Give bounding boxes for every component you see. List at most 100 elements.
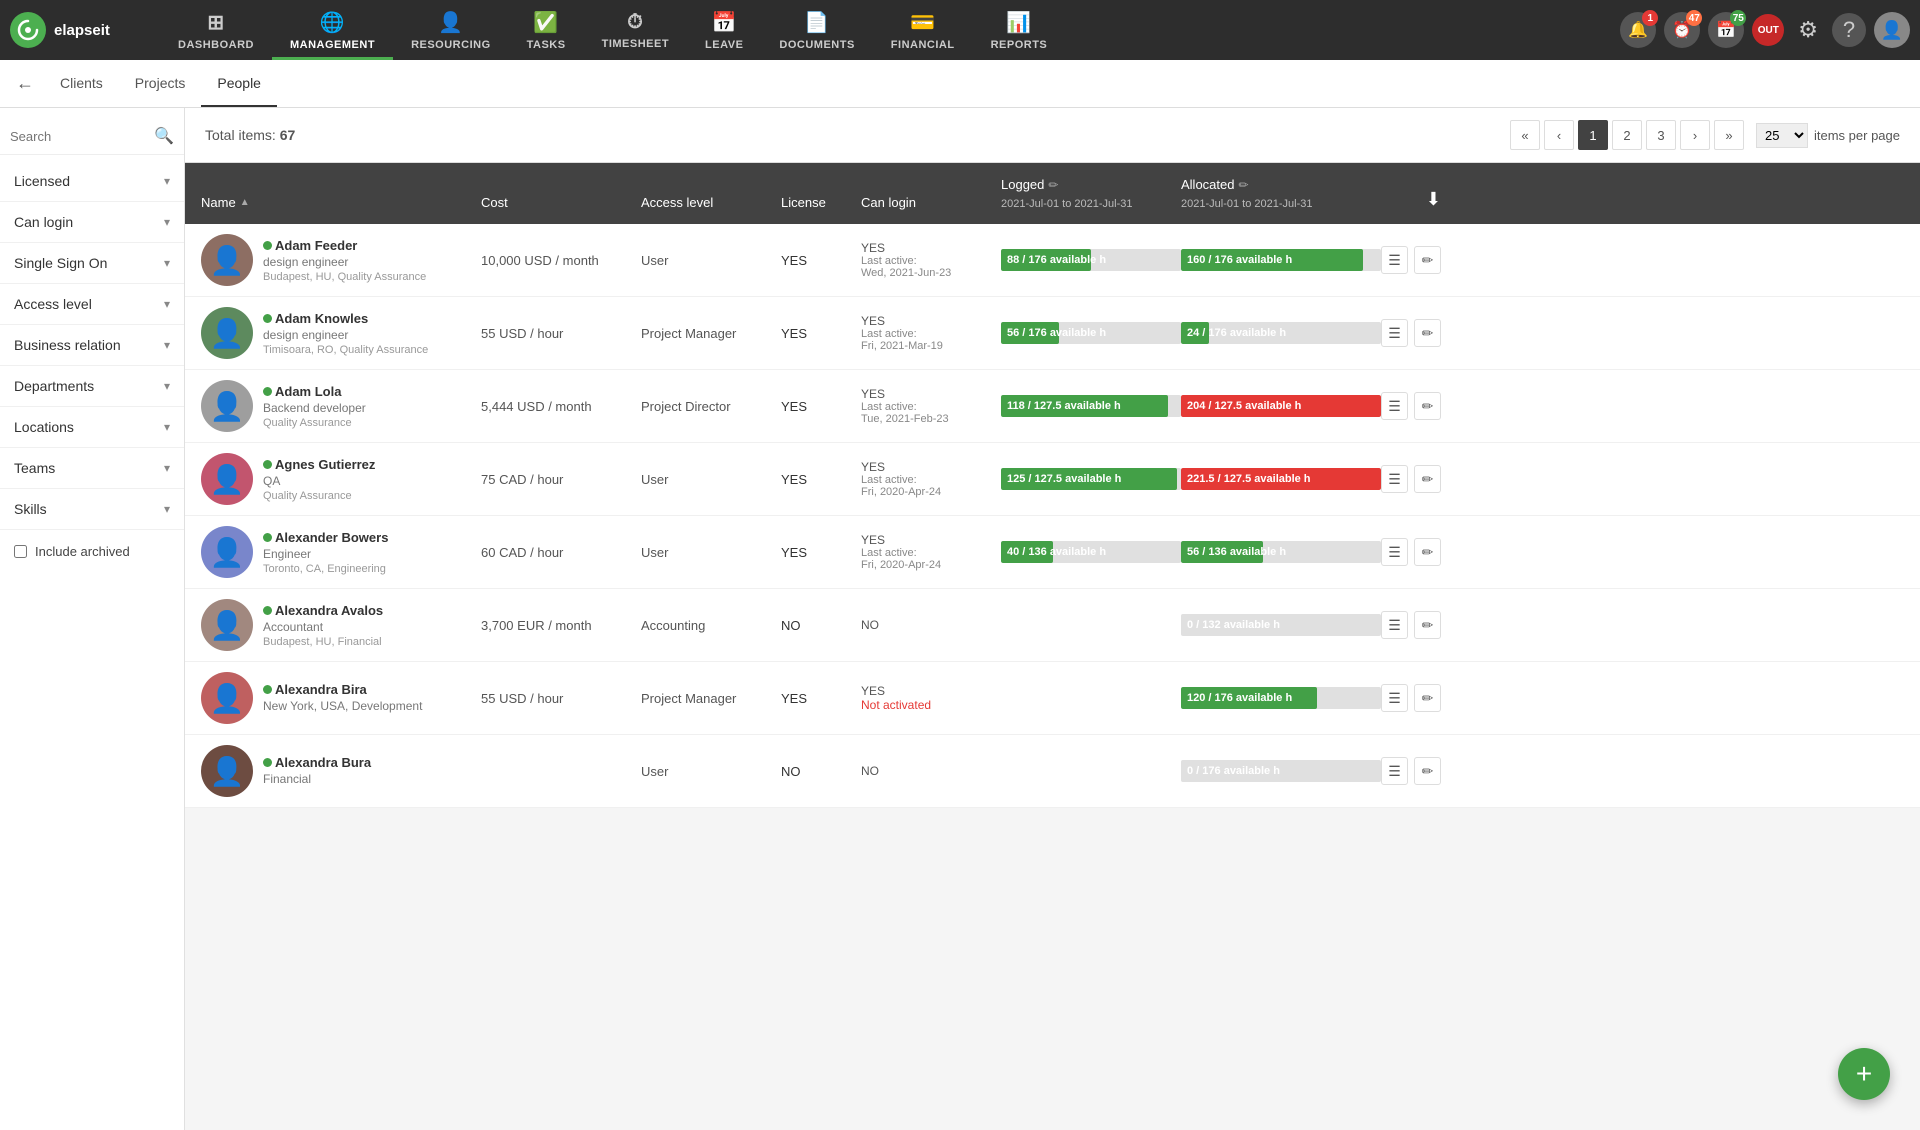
status-dot [263,758,272,767]
logo[interactable]: elapseit [10,12,150,48]
page-last[interactable]: » [1714,120,1744,150]
th-can-login[interactable]: Can login [861,191,1001,214]
filter-access-level[interactable]: Access level ▾ [0,284,184,325]
table-body: 👤 Adam Feeder design engineer Budapest, … [185,224,1920,808]
view-detail-button[interactable]: ☰ [1381,611,1408,639]
person-logged: 118 / 127.5 available h [1001,395,1181,417]
download-icon[interactable]: ⬇ [1426,189,1441,210]
edit-person-button[interactable]: ✏ [1414,538,1441,566]
filter-business-relation[interactable]: Business relation ▾ [0,325,184,366]
row-actions: ☰ ✏ [1381,684,1441,712]
edit-person-button[interactable]: ✏ [1414,684,1441,712]
tab-people[interactable]: People [201,61,277,107]
edit-person-button[interactable]: ✏ [1414,757,1441,785]
nav-financial[interactable]: 💳 FINANCIAL [873,0,973,60]
calendar-badge[interactable]: 📅 75 [1708,12,1744,48]
person-allocated: 24 / 176 available h [1181,322,1381,344]
person-role: Engineer [263,547,388,561]
tab-clients[interactable]: Clients [44,61,119,107]
pagination: « ‹ 1 2 3 › » 25 50 100 items per page [1510,120,1900,150]
content-header: Total items: 67 « ‹ 1 2 3 › » 25 50 100 … [185,108,1920,163]
timer-count: 47 [1686,10,1702,26]
items-per-page-select[interactable]: 25 50 100 [1756,123,1808,148]
nav-tasks[interactable]: ✅ TASKS [509,0,584,60]
page-2[interactable]: 2 [1612,120,1642,150]
logged-edit-icon[interactable]: ✏ [1048,178,1058,192]
th-name[interactable]: Name ▲ [201,191,481,214]
view-detail-button[interactable]: ☰ [1381,465,1408,493]
filter-licensed[interactable]: Licensed ▾ [0,161,184,202]
search-input[interactable] [10,129,154,144]
view-detail-button[interactable]: ☰ [1381,684,1408,712]
edit-person-button[interactable]: ✏ [1414,392,1441,420]
person-can-login: YES Last active: Tue, 2021-Feb-23 [861,387,1001,425]
person-can-login: YES Not activated [861,684,1001,712]
nav-resourcing-label: RESOURCING [411,39,491,51]
notification-badge[interactable]: 🔔 1 [1620,12,1656,48]
person-license: NO [781,764,861,779]
documents-icon: 📄 [804,10,829,35]
person-name: Alexandra Avalos [263,603,383,618]
view-detail-button[interactable]: ☰ [1381,246,1408,274]
avatar: 👤 [201,745,253,797]
edit-person-button[interactable]: ✏ [1414,611,1441,639]
person-access-level: Project Manager [641,326,781,341]
top-navigation: elapseit ⊞ DASHBOARD 🌐 MANAGEMENT 👤 RESO… [0,0,1920,60]
th-license[interactable]: License [781,191,861,214]
page-first[interactable]: « [1510,120,1540,150]
th-logged[interactable]: Logged ✏ 2021-Jul-01 to 2021-Jul-31 [1001,173,1181,214]
view-detail-button[interactable]: ☰ [1381,392,1408,420]
search-icon[interactable]: 🔍 [154,126,174,146]
settings-icon[interactable]: ⚙ [1792,17,1824,43]
filter-departments[interactable]: Departments ▾ [0,366,184,407]
edit-person-button[interactable]: ✏ [1414,465,1441,493]
help-icon[interactable]: ? [1832,13,1866,47]
nav-management[interactable]: 🌐 MANAGEMENT [272,0,393,60]
leave-icon: 📅 [712,10,737,35]
financial-icon: 💳 [910,10,935,35]
view-detail-button[interactable]: ☰ [1381,538,1408,566]
nav-documents[interactable]: 📄 DOCUMENTS [761,0,872,60]
search-area: 🔍 [0,118,184,155]
include-archived-toggle[interactable]: Include archived [0,530,184,573]
edit-person-button[interactable]: ✏ [1414,246,1441,274]
back-arrow-icon[interactable]: ← [16,73,34,94]
nav-timesheet[interactable]: ⏱ TIMESHEET [584,0,687,60]
th-allocated[interactable]: Allocated ✏ 2021-Jul-01 to 2021-Jul-31 [1181,173,1381,214]
main-layout: 🔍 Licensed ▾ Can login ▾ Single Sign On … [0,108,1920,1130]
th-access-level[interactable]: Access level [641,191,781,214]
avatar: 👤 [201,672,253,724]
nav-dashboard[interactable]: ⊞ DASHBOARD [160,0,272,60]
sort-asc-icon: ▲ [240,197,250,208]
nav-leave[interactable]: 📅 LEAVE [687,0,761,60]
nav-reports[interactable]: 📊 REPORTS [973,0,1066,60]
user-avatar[interactable]: 👤 [1874,12,1910,48]
person-cost: 55 USD / hour [481,326,641,341]
person-access-level: Accounting [641,618,781,633]
filter-business-relation-label: Business relation [14,337,121,353]
person-cost: 10,000 USD / month [481,253,641,268]
add-person-fab[interactable]: + [1838,1048,1890,1100]
timer-badge[interactable]: ⏰ 47 [1664,12,1700,48]
filter-teams[interactable]: Teams ▾ [0,448,184,489]
person-cell: 👤 Adam Lola Backend developer Quality As… [201,380,481,432]
page-next[interactable]: › [1680,120,1710,150]
out-badge[interactable]: OUT [1752,14,1784,46]
allocated-edit-icon[interactable]: ✏ [1238,178,1248,192]
filter-can-login[interactable]: Can login ▾ [0,202,184,243]
tab-projects[interactable]: Projects [119,61,202,107]
nav-dashboard-label: DASHBOARD [178,39,254,51]
view-detail-button[interactable]: ☰ [1381,757,1408,785]
edit-person-button[interactable]: ✏ [1414,319,1441,347]
nav-resourcing[interactable]: 👤 RESOURCING [393,0,509,60]
include-archived-checkbox[interactable] [14,545,27,558]
th-cost[interactable]: Cost [481,191,641,214]
filter-single-sign-on[interactable]: Single Sign On ▾ [0,243,184,284]
page-1[interactable]: 1 [1578,120,1608,150]
filter-skills[interactable]: Skills ▾ [0,489,184,530]
filter-locations[interactable]: Locations ▾ [0,407,184,448]
page-3[interactable]: 3 [1646,120,1676,150]
page-prev[interactable]: ‹ [1544,120,1574,150]
main-nav-items: ⊞ DASHBOARD 🌐 MANAGEMENT 👤 RESOURCING ✅ … [160,0,1620,60]
view-detail-button[interactable]: ☰ [1381,319,1408,347]
